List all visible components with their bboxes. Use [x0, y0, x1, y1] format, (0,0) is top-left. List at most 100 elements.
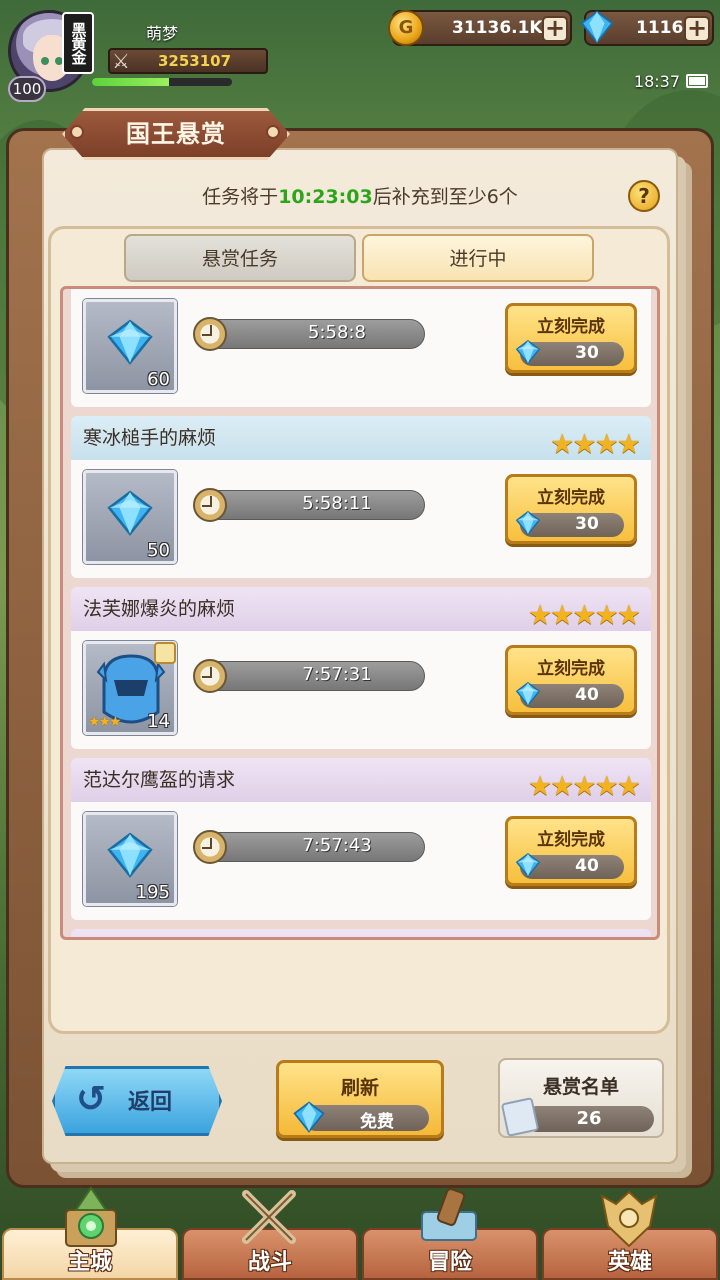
refresh-button-label: 刷新 — [340, 1077, 379, 1099]
complete-now-button[interactable]: 立刻完成 40 — [505, 645, 637, 715]
add-gold-button[interactable]: + — [542, 16, 568, 42]
player-avatar[interactable]: 黑黄金 100 — [4, 4, 94, 102]
map-scroll-icon — [421, 1188, 477, 1241]
gem-icon — [293, 1101, 325, 1133]
battery-icon — [686, 74, 708, 88]
quest-body: ★★★ 14 7:57:31 立刻完成 40 — [71, 631, 651, 749]
exp-bar — [92, 78, 232, 86]
complete-now-label: 立刻完成 — [537, 488, 605, 508]
tab-bounty-quests[interactable]: 悬赏任务 — [124, 234, 356, 282]
complete-now-button[interactable]: 立刻完成 30 — [505, 474, 637, 544]
complete-now-label: 立刻完成 — [537, 317, 605, 337]
quest-title: 范达尔鹰盔的请求 — [83, 769, 236, 791]
complete-now-label: 立刻完成 — [537, 830, 605, 850]
player-name: 萌梦 — [146, 24, 179, 43]
complete-now-button[interactable]: 立刻完成 40 — [505, 816, 637, 886]
stopwatch-icon — [193, 830, 227, 864]
quest-header: 瓦格纳鬼队的请求★★★★★ — [71, 929, 651, 937]
quest-timer-bar: 7:57:31 — [199, 661, 425, 691]
quest-card[interactable]: 范达尔鹰盔的请求 ★★★★★ 195 7:57:43 立刻完成 40 — [71, 758, 651, 928]
quest-difficulty-stars: ★★★★★ — [527, 600, 641, 631]
hero-emblem-icon — [600, 1190, 658, 1248]
player-level: 100 — [8, 76, 46, 102]
gem-currency: 1116 + — [580, 10, 714, 46]
reward-item-slot[interactable]: 195 — [83, 812, 177, 906]
complete-cost: 30 — [515, 339, 624, 366]
back-arrow-icon: ↺ — [76, 1079, 107, 1120]
complete-cost: 30 — [515, 510, 624, 537]
reward-item-slot[interactable]: ★★★ 14 — [83, 641, 177, 735]
gem-icon — [515, 852, 541, 878]
complete-cost-value: 30 — [575, 514, 599, 534]
reward-item-count: 195 — [135, 882, 170, 903]
quest-list-scroll[interactable]: 60 5:58:8 立刻完成 30 寒冰槌手的麻烦 ★★★★ 50 5:58:11 立刻完成 30… — [71, 289, 651, 937]
quest-card[interactable]: 寒冰槌手的麻烦 ★★★★ 50 5:58:11 立刻完成 30 — [71, 416, 651, 586]
quest-timer: 5:58:11 — [302, 493, 372, 514]
combat-power: ⚔ 3253107 — [108, 48, 268, 74]
refresh-notice-prefix: 任务将于 — [202, 186, 279, 208]
refresh-button[interactable]: 刷新 免费 — [276, 1060, 444, 1138]
help-icon[interactable]: ? — [628, 180, 660, 212]
complete-now-button[interactable]: 立刻完成 30 — [505, 303, 637, 373]
crossed-swords-icon — [242, 1190, 296, 1244]
quest-timer: 5:58:8 — [308, 322, 366, 343]
quest-timer: 7:57:31 — [302, 664, 372, 685]
quest-header: 法芙娜爆炎的麻烦 ★★★★★ — [71, 587, 651, 631]
quest-body: 50 5:58:11 立刻完成 30 — [71, 460, 651, 578]
complete-cost: 40 — [515, 852, 624, 879]
exp-fill — [92, 78, 169, 86]
gem-icon — [580, 10, 614, 44]
gem-icon — [107, 490, 153, 536]
complete-now-label: 立刻完成 — [537, 659, 605, 679]
stopwatch-icon — [193, 659, 227, 693]
gold-coin-icon: G — [388, 10, 424, 46]
stopwatch-icon — [193, 488, 227, 522]
quest-card[interactable]: 瓦格纳鬼队的请求★★★★★ — [71, 929, 651, 937]
gem-icon — [515, 681, 541, 707]
quest-difficulty-stars: ★★★★ — [550, 429, 641, 460]
complete-cost: 40 — [515, 681, 624, 708]
reward-item-slot[interactable]: 60 — [83, 299, 177, 393]
reward-item-count: 14 — [147, 711, 170, 732]
quest-body: 195 7:57:43 立刻完成 40 — [71, 802, 651, 920]
gem-value: 1116 — [636, 18, 684, 38]
quest-header: 寒冰槌手的麻烦 ★★★★ — [71, 416, 651, 460]
reward-item-count: 60 — [147, 369, 170, 390]
castle-icon — [65, 1186, 117, 1247]
gold-value: 31136.1K — [452, 18, 543, 38]
banner-rivet — [70, 125, 84, 139]
quest-difficulty-stars: ★★★★★ — [528, 936, 639, 937]
tab-in-progress[interactable]: 进行中 — [362, 234, 594, 282]
bounty-list-button[interactable]: 悬赏名单 26 — [498, 1058, 664, 1138]
refresh-notice: 任务将于10:23:03后补充到至少6个 — [0, 182, 720, 209]
combat-power-value: 3253107 — [158, 52, 232, 70]
vip-badge: 黑黄金 — [62, 12, 94, 74]
page-title: 国王悬赏 — [126, 120, 226, 148]
quest-title: 寒冰槌手的麻烦 — [83, 427, 217, 449]
gem-icon — [107, 319, 153, 365]
add-gems-button[interactable]: + — [684, 16, 710, 42]
status-clock: 18:37 — [633, 72, 680, 91]
reward-item-slot[interactable]: 50 — [83, 470, 177, 564]
complete-cost-value: 40 — [575, 856, 599, 876]
stopwatch-icon — [193, 317, 227, 351]
quest-card[interactable]: 法芙娜爆炎的麻烦 ★★★★★ ★★★ 14 7:57:31 立刻完成 40 — [71, 587, 651, 757]
refresh-notice-suffix: 后补充到至少6个 — [372, 186, 518, 208]
crossed-swords-icon: ⚔ — [112, 49, 130, 73]
gem-icon — [515, 510, 541, 536]
quest-list[interactable]: 60 5:58:8 立刻完成 30 寒冰槌手的麻烦 ★★★★ 50 5:58:11 立刻完成 30… — [60, 286, 660, 940]
item-rarity-stars: ★★★ — [88, 714, 122, 730]
quest-body: 60 5:58:8 立刻完成 30 — [71, 289, 651, 407]
complete-cost-value: 40 — [575, 685, 599, 705]
quest-title: 法芙娜爆炎的麻烦 — [83, 598, 236, 620]
quest-timer: 7:57:43 — [302, 835, 372, 856]
quest-card[interactable]: 60 5:58:8 立刻完成 30 — [71, 289, 651, 415]
back-button-label: 返回 — [128, 1090, 173, 1115]
banner-rivet — [266, 125, 280, 139]
quest-timer-bar: 7:57:43 — [199, 832, 425, 862]
reward-item-count: 50 — [147, 540, 170, 561]
quest-timer-bar: 5:58:8 — [199, 319, 425, 349]
refresh-cost-text: 免费 — [360, 1112, 394, 1132]
quest-timer-bar: 5:58:11 — [199, 490, 425, 520]
gem-icon — [107, 832, 153, 878]
